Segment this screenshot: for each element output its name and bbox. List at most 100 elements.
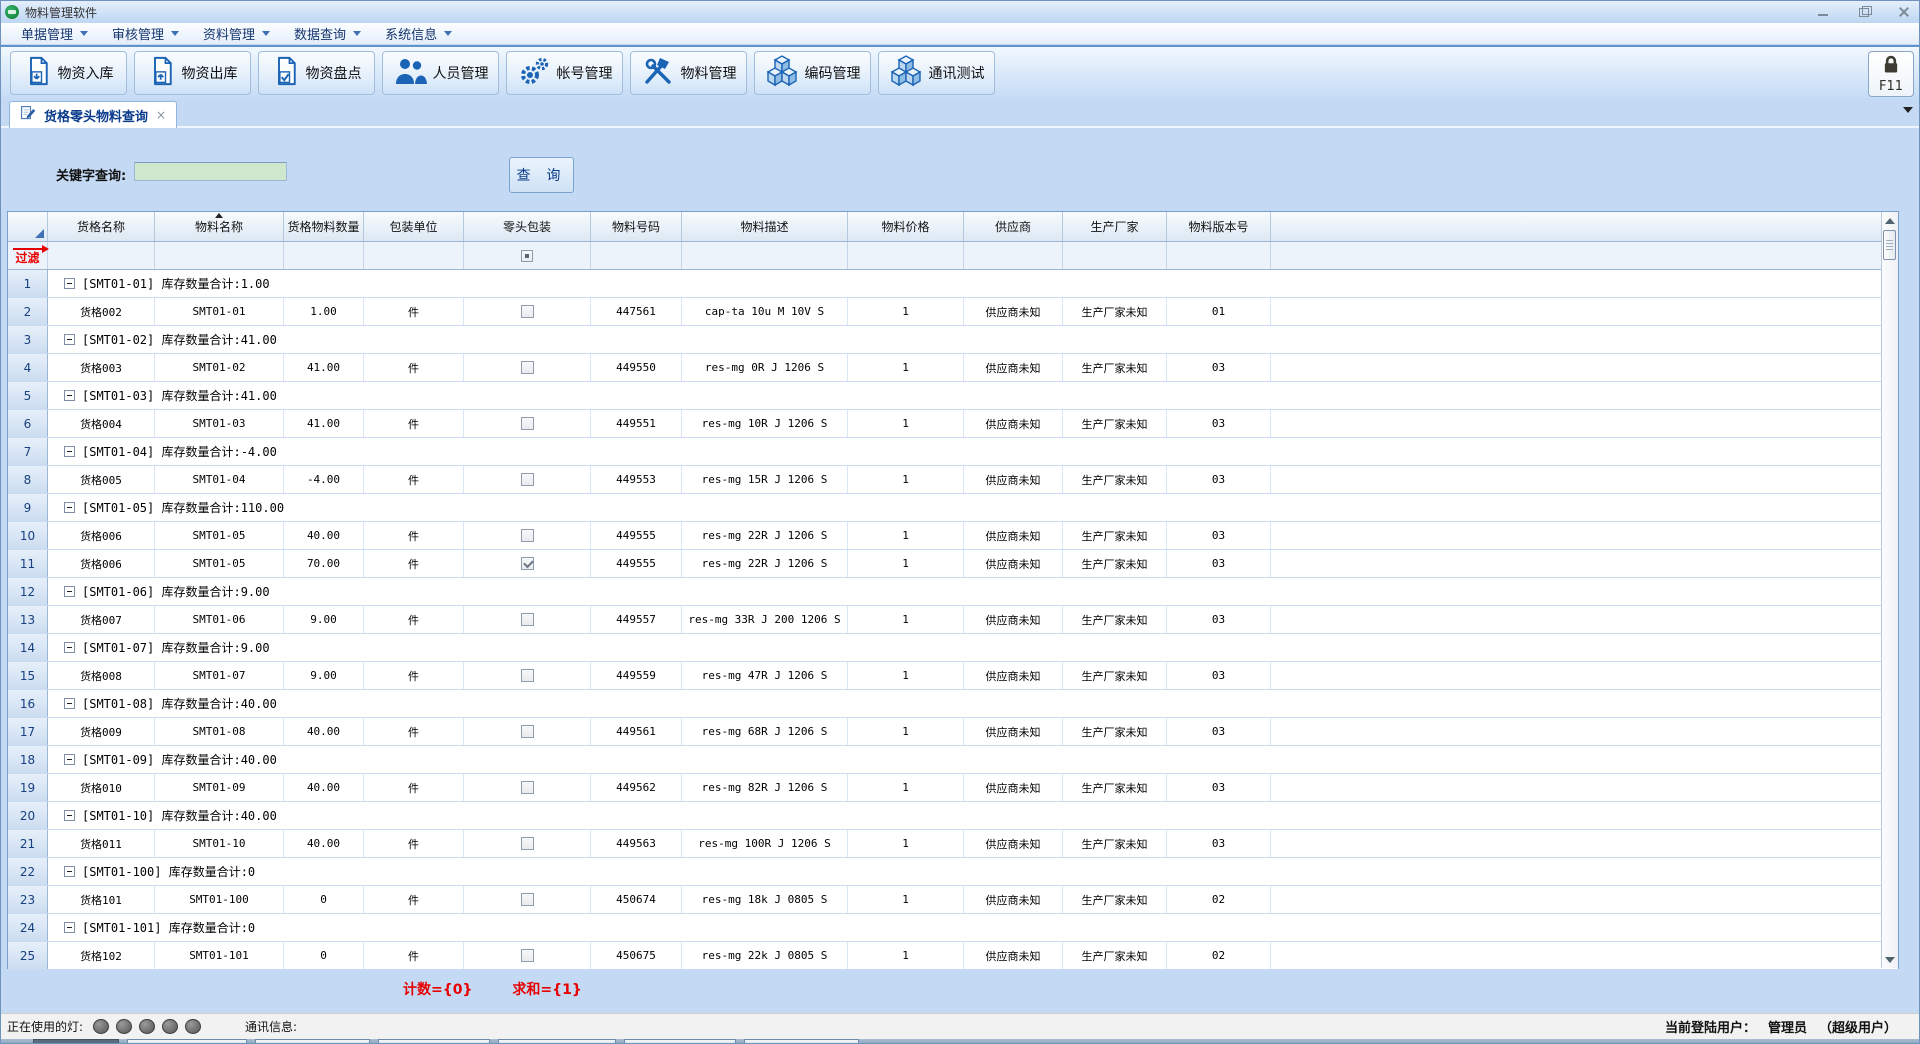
cell-零头包装[interactable] (464, 466, 591, 493)
cell-物料版本号[interactable]: 03 (1167, 466, 1271, 493)
cell-物料名称[interactable]: SMT01-05 (155, 550, 284, 577)
menu-item-5[interactable]: 系统信息 (375, 22, 462, 45)
cell-物料版本号[interactable]: 03 (1167, 550, 1271, 577)
row-number[interactable]: 11 (8, 550, 48, 577)
tab-overflow-icon[interactable] (1903, 107, 1913, 113)
group-row[interactable]: 18[SMT01-09] 库存数量合计:40.00 (8, 746, 1898, 774)
cell-货格物料数量[interactable]: 41.00 (284, 410, 364, 437)
cell-物料描述[interactable]: res-mg 22R J 1206 S (682, 550, 848, 577)
collapse-icon[interactable] (64, 922, 75, 933)
collapse-icon[interactable] (64, 866, 75, 877)
toolbar-button-4[interactable]: 人员管理 (382, 51, 499, 95)
cell-物料名称[interactable]: SMT01-06 (155, 606, 284, 633)
cell-物料版本号[interactable]: 03 (1167, 606, 1271, 633)
cell-货格物料数量[interactable]: 0 (284, 886, 364, 913)
package-checkbox[interactable] (521, 361, 534, 374)
table-row[interactable]: 23货格101SMT01-1000件450674res-mg 18k J 080… (8, 886, 1898, 914)
row-number[interactable]: 24 (8, 914, 48, 941)
cell-物料描述[interactable]: res-mg 22R J 1206 S (682, 522, 848, 549)
column-header-11[interactable]: 物料版本号 (1167, 212, 1271, 241)
cell-供应商[interactable]: 供应商未知 (964, 354, 1063, 381)
cell-货格名称[interactable]: 货格101 (48, 886, 155, 913)
scroll-up-icon[interactable] (1882, 212, 1898, 229)
column-header-2[interactable]: 物料名称 (155, 212, 284, 241)
package-checkbox[interactable] (521, 613, 534, 626)
column-header-8[interactable]: 物料价格 (848, 212, 964, 241)
cell-货格名称[interactable]: 货格102 (48, 942, 155, 969)
restore-icon[interactable] (1857, 6, 1871, 18)
query-button[interactable]: 查 询 (509, 157, 574, 193)
cell-零头包装[interactable] (464, 298, 591, 325)
cell-物料价格[interactable]: 1 (848, 662, 964, 689)
cell-供应商[interactable]: 供应商未知 (964, 774, 1063, 801)
tab-query[interactable]: 货格零头物料查询 × (9, 101, 177, 128)
package-checkbox[interactable] (521, 529, 534, 542)
cell-物料版本号[interactable]: 01 (1167, 298, 1271, 325)
cell-物料版本号[interactable]: 03 (1167, 522, 1271, 549)
cell-包装单位[interactable]: 件 (364, 886, 464, 913)
row-number[interactable]: 10 (8, 522, 48, 549)
cell-物料名称[interactable]: SMT01-03 (155, 410, 284, 437)
group-row[interactable]: 16[SMT01-08] 库存数量合计:40.00 (8, 690, 1898, 718)
row-number[interactable]: 23 (8, 886, 48, 913)
table-row[interactable]: 4货格003SMT01-0241.00件449550res-mg 0R J 12… (8, 354, 1898, 382)
cell-货格物料数量[interactable]: 40.00 (284, 718, 364, 745)
filter-cell-2[interactable] (155, 242, 284, 269)
row-number[interactable]: 9 (8, 494, 48, 521)
cell-物料版本号[interactable]: 03 (1167, 774, 1271, 801)
cell-包装单位[interactable]: 件 (364, 662, 464, 689)
close-icon[interactable] (1897, 6, 1911, 18)
toolbar-button-3[interactable]: 物资盘点 (258, 51, 375, 95)
cell-生产厂家[interactable]: 生产厂家未知 (1063, 662, 1167, 689)
keyword-input[interactable] (134, 162, 287, 181)
cell-货格名称[interactable]: 货格005 (48, 466, 155, 493)
cell-包装单位[interactable]: 件 (364, 830, 464, 857)
cell-物料号码[interactable]: 447561 (591, 298, 682, 325)
table-row[interactable]: 10货格006SMT01-0540.00件449555res-mg 22R J … (8, 522, 1898, 550)
cell-物料版本号[interactable]: 03 (1167, 662, 1271, 689)
cell-供应商[interactable]: 供应商未知 (964, 550, 1063, 577)
row-number[interactable]: 18 (8, 746, 48, 773)
toolbar-button-5[interactable]: 帐号管理 (506, 51, 623, 95)
collapse-icon[interactable] (64, 502, 75, 513)
cell-物料描述[interactable]: res-mg 15R J 1206 S (682, 466, 848, 493)
group-row[interactable]: 12[SMT01-06] 库存数量合计:9.00 (8, 578, 1898, 606)
cell-包装单位[interactable]: 件 (364, 410, 464, 437)
collapse-icon[interactable] (64, 390, 75, 401)
cell-零头包装[interactable] (464, 774, 591, 801)
cell-物料价格[interactable]: 1 (848, 298, 964, 325)
package-checkbox[interactable] (521, 417, 534, 430)
cell-物料价格[interactable]: 1 (848, 606, 964, 633)
cell-物料号码[interactable]: 449555 (591, 522, 682, 549)
row-number[interactable]: 22 (8, 858, 48, 885)
column-header-10[interactable]: 生产厂家 (1063, 212, 1167, 241)
cell-货格名称[interactable]: 货格002 (48, 298, 155, 325)
row-number[interactable]: 16 (8, 690, 48, 717)
cell-零头包装[interactable] (464, 942, 591, 969)
cell-物料价格[interactable]: 1 (848, 774, 964, 801)
cell-货格物料数量[interactable]: 0 (284, 942, 364, 969)
cell-物料价格[interactable]: 1 (848, 718, 964, 745)
cell-零头包装[interactable] (464, 718, 591, 745)
column-header-1[interactable]: 货格名称 (48, 212, 155, 241)
filter-cell-10[interactable] (1063, 242, 1167, 269)
group-row[interactable]: 14[SMT01-07] 库存数量合计:9.00 (8, 634, 1898, 662)
group-row[interactable]: 7[SMT01-04] 库存数量合计:-4.00 (8, 438, 1898, 466)
cell-物料名称[interactable]: SMT01-05 (155, 522, 284, 549)
cell-物料号码[interactable]: 449555 (591, 550, 682, 577)
cell-货格名称[interactable]: 货格010 (48, 774, 155, 801)
cell-物料描述[interactable]: cap-ta 10u M 10V S (682, 298, 848, 325)
cell-生产厂家[interactable]: 生产厂家未知 (1063, 774, 1167, 801)
cell-物料版本号[interactable]: 03 (1167, 718, 1271, 745)
cell-包装单位[interactable]: 件 (364, 298, 464, 325)
cell-物料版本号[interactable]: 03 (1167, 830, 1271, 857)
cell-零头包装[interactable] (464, 662, 591, 689)
cell-货格名称[interactable]: 货格008 (48, 662, 155, 689)
cell-物料名称[interactable]: SMT01-04 (155, 466, 284, 493)
cell-货格物料数量[interactable]: -4.00 (284, 466, 364, 493)
cell-零头包装[interactable] (464, 354, 591, 381)
cell-货格物料数量[interactable]: 40.00 (284, 774, 364, 801)
cell-供应商[interactable]: 供应商未知 (964, 830, 1063, 857)
cell-货格名称[interactable]: 货格011 (48, 830, 155, 857)
row-number[interactable]: 13 (8, 606, 48, 633)
